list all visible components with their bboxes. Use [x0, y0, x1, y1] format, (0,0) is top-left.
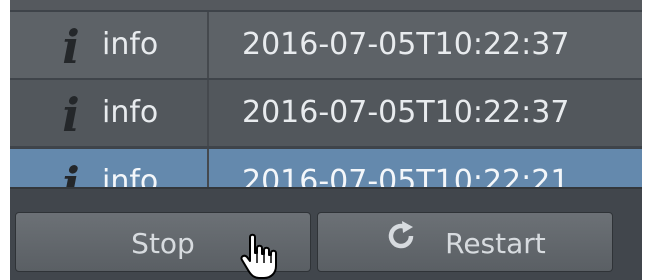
table-row[interactable]: i info 2016-07-05T10:22:37 [10, 80, 642, 148]
log-panel: i info 2016-07-05T10:22:37 i info 2016-0… [10, 0, 642, 280]
log-table: i info 2016-07-05T10:22:37 i info 2016-0… [10, 0, 642, 187]
timestamp-cell: 2016-07-05T10:22:21 [242, 164, 570, 187]
restart-icon [384, 214, 418, 274]
info-icon: i [62, 88, 80, 142]
control-bar: Stop Restart [10, 187, 642, 280]
timestamp-cell: 2016-07-05T10:22:37 [242, 95, 570, 130]
info-icon: i [62, 20, 80, 74]
table-row-selected[interactable]: i info 2016-07-05T10:22:21 [10, 149, 642, 187]
stop-button-label: Stop [131, 227, 195, 260]
info-icon: i [62, 157, 80, 187]
level-label: info [102, 27, 159, 62]
table-row-partial [10, 0, 642, 10]
restart-button[interactable]: Restart [317, 212, 613, 272]
hand-cursor-icon [240, 233, 277, 279]
restart-button-label: Restart [445, 227, 546, 260]
table-row[interactable]: i info 2016-07-05T10:22:37 [10, 12, 642, 80]
level-label: info [102, 95, 159, 130]
timestamp-cell: 2016-07-05T10:22:37 [242, 27, 570, 62]
level-label: info [102, 164, 159, 187]
level-cell: i info [10, 149, 209, 187]
level-cell: i info [10, 80, 209, 146]
level-cell: i info [10, 12, 209, 78]
